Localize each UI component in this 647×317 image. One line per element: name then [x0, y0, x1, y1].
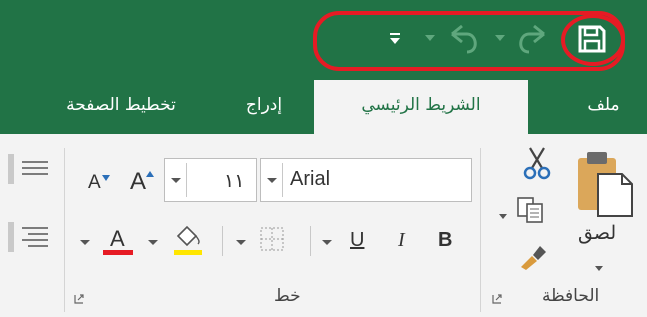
borders-icon[interactable] [259, 226, 285, 256]
undo-dropdown-icon[interactable] [424, 33, 436, 43]
grow-font-button[interactable]: A [130, 168, 146, 196]
paste-label[interactable]: لصق [578, 222, 616, 245]
tab-home[interactable]: الشريط الرئيسي [314, 80, 528, 134]
format-divider-2 [222, 226, 223, 256]
font-color-button[interactable]: A [110, 226, 125, 252]
format-painter-icon[interactable] [518, 238, 548, 274]
group-separator-2 [64, 148, 65, 312]
underline-button[interactable]: U [350, 229, 364, 252]
clipboard-launcher-icon[interactable] [492, 294, 502, 304]
borders-dropdown-icon[interactable] [236, 240, 246, 245]
align-left-icon[interactable] [8, 220, 52, 258]
cut-icon[interactable] [522, 146, 552, 184]
undo-icon[interactable] [443, 22, 483, 56]
italic-button[interactable]: I [398, 229, 405, 252]
tab-insert[interactable]: إدراج [226, 80, 302, 134]
clipboard-group-label: الحافظة [542, 286, 600, 306]
font-size-dropdown-icon[interactable] [171, 178, 181, 183]
font-launcher-icon[interactable] [74, 294, 84, 304]
font-group-label: خط [274, 286, 301, 306]
grow-font-arrow-icon [146, 162, 154, 181]
font-size-value: ١١ [224, 170, 245, 192]
font-name-value: Arial [290, 168, 331, 190]
format-divider [310, 226, 311, 256]
font-size-divider [186, 163, 187, 197]
shrink-font-button[interactable]: A [88, 172, 101, 194]
font-name-dropdown-icon[interactable] [267, 178, 277, 183]
customize-toolbar-icon[interactable] [388, 31, 402, 47]
fill-color-icon[interactable] [172, 222, 204, 262]
align-top-icon[interactable] [8, 152, 52, 190]
tab-file[interactable]: ملف [560, 80, 647, 134]
fill-color-dropdown-icon[interactable] [148, 240, 158, 245]
font-name-divider [282, 163, 283, 197]
redo-dropdown-icon[interactable] [494, 33, 506, 43]
redo-icon[interactable] [513, 22, 553, 56]
group-separator [480, 148, 481, 312]
shrink-font-arrow-icon [102, 166, 110, 185]
font-color-dropdown-icon[interactable] [80, 240, 90, 245]
font-color-swatch [103, 250, 133, 255]
tab-page-layout[interactable]: تخطيط الصفحة [28, 80, 214, 134]
copy-icon[interactable] [516, 196, 546, 228]
paste-dropdown-icon[interactable] [594, 258, 604, 277]
paste-icon[interactable] [574, 148, 636, 224]
bold-button[interactable]: B [438, 229, 452, 252]
underline-dropdown-icon[interactable] [322, 240, 332, 245]
copy-dropdown-icon[interactable] [498, 206, 508, 225]
save-icon[interactable] [577, 24, 607, 54]
